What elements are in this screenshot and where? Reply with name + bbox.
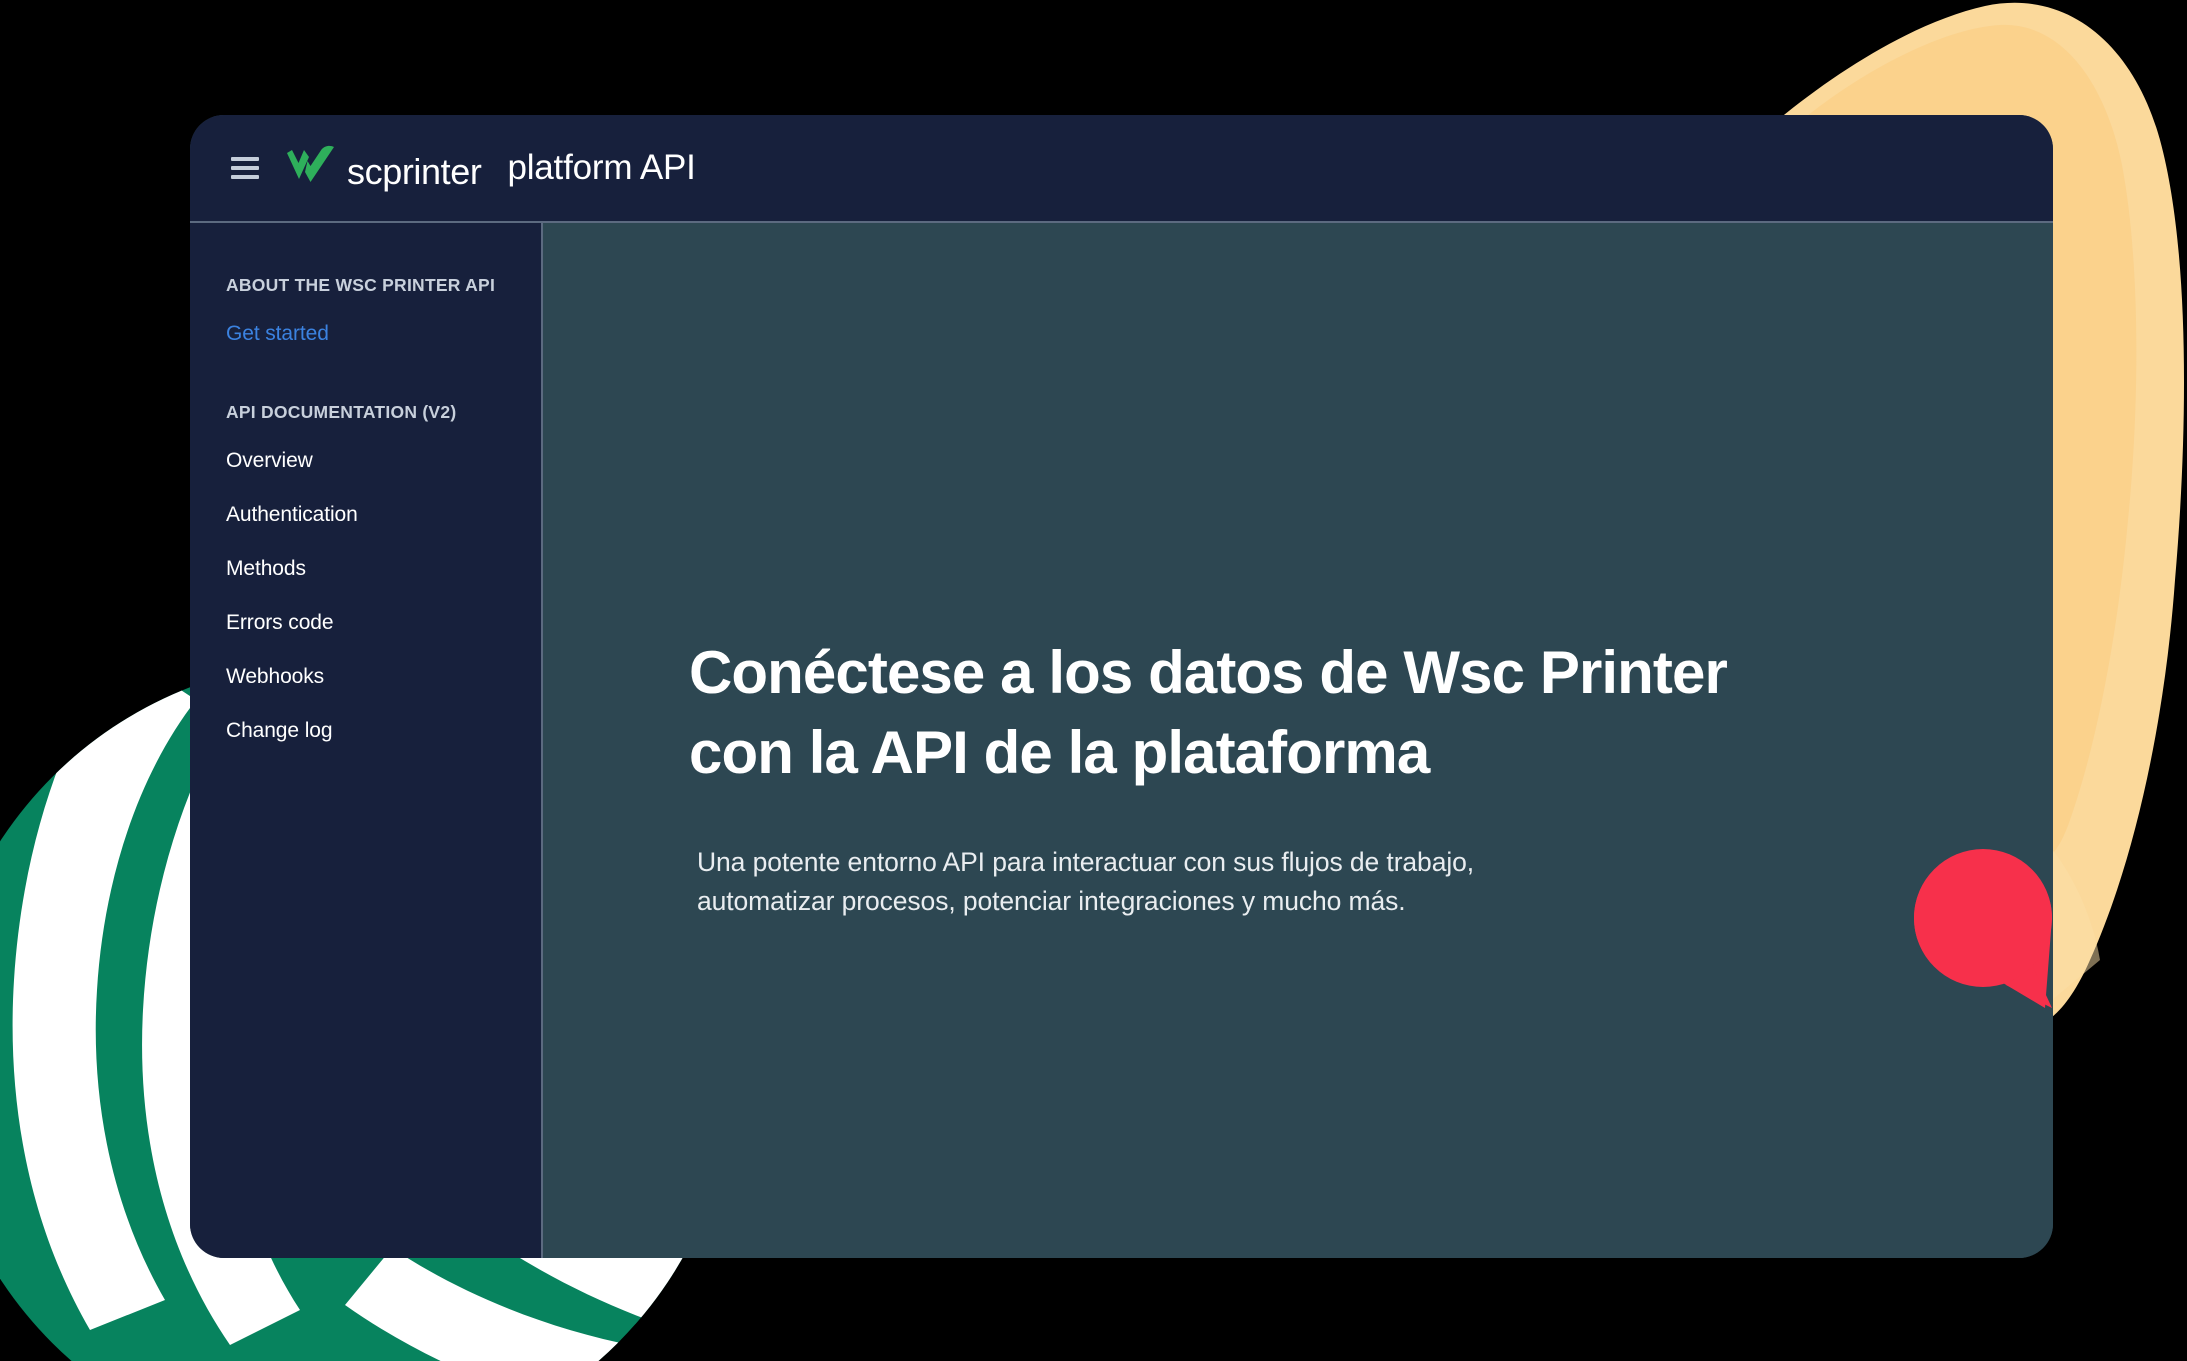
hamburger-bar [231, 157, 259, 161]
page-subtitle: Una potente entorno API para interactuar… [697, 843, 1687, 921]
sidebar-item-change-log[interactable]: Change log [226, 719, 541, 743]
page-subtitle-line-2: automatizar procesos, potenciar integrac… [697, 885, 1406, 916]
hero-block: Conéctese a los datos de Wsc Printer con… [689, 633, 1949, 921]
sidebar-item-overview[interactable]: Overview [226, 449, 541, 473]
sidebar-section-title-api-documentation: API DOCUMENTATION (V2) [226, 402, 457, 422]
app-window-card: scprinter platform API ABOUT THE WSC PRI… [190, 115, 2053, 1258]
app-body: ABOUT THE WSC PRINTER API Get started AP… [190, 223, 2053, 1258]
sidebar-item-authentication[interactable]: Authentication [226, 503, 541, 527]
sidebar-item-get-started[interactable]: Get started [226, 322, 541, 346]
sidebar-section-api-documentation: API DOCUMENTATION (V2) Overview Authenti… [226, 402, 541, 743]
hamburger-menu-icon[interactable] [231, 157, 259, 179]
page-subtitle-line-1: Una potente entorno API para interactuar… [697, 846, 1475, 877]
hamburger-bar [231, 175, 259, 179]
sidebar-item-webhooks[interactable]: Webhooks [226, 665, 541, 689]
wsc-check-logo-icon [287, 145, 334, 182]
page-title-line-1: Conéctese a los datos de Wsc Printer [689, 639, 1728, 706]
hamburger-bar [231, 166, 259, 170]
sidebar-item-errors-code[interactable]: Errors code [226, 611, 541, 635]
sidebar-navigation: ABOUT THE WSC PRINTER API Get started AP… [190, 223, 543, 1258]
sidebar-section-title-about: ABOUT THE WSC PRINTER API [226, 275, 496, 295]
main-content: Conéctese a los datos de Wsc Printer con… [543, 223, 2053, 1258]
page-title-line-2: con la API de la plataforma [689, 718, 1430, 786]
screenshot-root: scprinter platform API ABOUT THE WSC PRI… [0, 0, 2187, 1361]
brand-name: scprinter [347, 150, 482, 192]
header-title: platform API [507, 148, 696, 187]
sidebar-section-about: ABOUT THE WSC PRINTER API Get started [226, 275, 541, 346]
brand-logo[interactable]: scprinter [285, 144, 482, 193]
sidebar-item-methods[interactable]: Methods [226, 557, 541, 581]
page-title: Conéctese a los datos de Wsc Printer con… [689, 633, 1949, 793]
app-header: scprinter platform API [190, 115, 2053, 223]
